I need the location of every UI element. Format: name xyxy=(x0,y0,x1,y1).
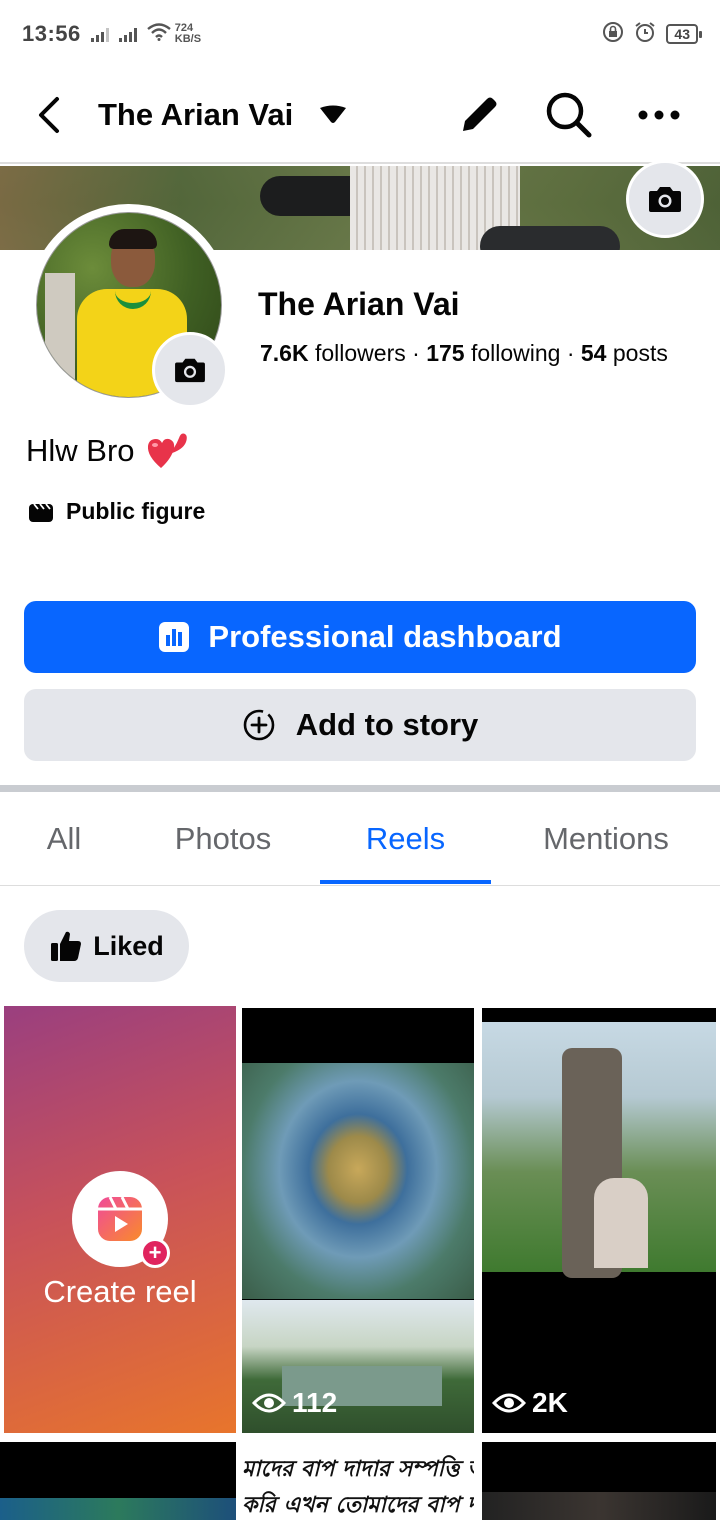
network-speed-unit: KB/S xyxy=(174,33,202,45)
edit-button[interactable] xyxy=(448,84,510,146)
signal-icon-2 xyxy=(118,26,137,42)
add-circle-icon xyxy=(243,709,275,741)
clapperboard-icon xyxy=(29,502,53,522)
reel-thumbnail[interactable]: 112 xyxy=(242,1008,474,1433)
tab-all[interactable]: All xyxy=(22,792,106,886)
back-arrow-icon xyxy=(39,97,59,133)
caret-down-icon xyxy=(320,105,347,123)
view-count: 112 xyxy=(252,1387,337,1419)
battery-indicator: 43 xyxy=(666,24,702,44)
top-nav-bar: The Arian Vai xyxy=(0,68,720,164)
lock-rotation-icon xyxy=(602,21,624,48)
posts-label: posts xyxy=(606,340,668,366)
reel-thumbnail[interactable] xyxy=(0,1442,236,1520)
bio: Hlw Bro xyxy=(26,430,187,472)
header-title[interactable]: The Arian Vai xyxy=(98,97,293,133)
bio-text: Hlw Bro xyxy=(26,433,135,468)
liked-filter-label: Liked xyxy=(93,930,164,961)
camera-icon xyxy=(649,187,681,212)
professional-dashboard-button[interactable]: Professional dashboard xyxy=(24,601,696,673)
edit-cover-photo-button[interactable] xyxy=(626,160,704,238)
search-button[interactable] xyxy=(538,84,600,146)
professional-dashboard-label: Professional dashboard xyxy=(208,619,562,654)
pencil-icon xyxy=(463,97,497,131)
back-button[interactable] xyxy=(18,85,78,145)
eye-icon xyxy=(492,1393,526,1413)
view-count-value: 2K xyxy=(532,1387,568,1418)
reel-caption-line: করি এখন তোমাদের বাপ দাদা xyxy=(242,1492,474,1518)
category-row: Public figure xyxy=(28,498,205,525)
tab-mentions[interactable]: Mentions xyxy=(520,792,692,886)
create-reel-label: Create reel xyxy=(43,1274,197,1309)
view-count: 2K xyxy=(492,1387,568,1419)
content-tabs: All Photos Reels Mentions xyxy=(0,792,720,886)
plus-badge-icon: + xyxy=(140,1238,170,1268)
following-label[interactable]: following · xyxy=(465,340,581,366)
posts-count: 54 xyxy=(580,340,607,366)
reel-thumbnail[interactable]: মাদের বাপ দাদার সম্পত্তি আ করি এখন তোমাদ… xyxy=(242,1442,474,1520)
alarm-icon xyxy=(634,21,656,48)
status-time: 13:56 xyxy=(22,21,81,46)
tab-photos[interactable]: Photos xyxy=(150,792,296,886)
search-icon xyxy=(546,92,592,138)
reel-thumbnail[interactable] xyxy=(482,1442,716,1520)
view-count-value: 112 xyxy=(292,1387,338,1418)
followers-count[interactable]: 7.6K xyxy=(260,340,309,366)
thumbs-up-icon xyxy=(51,931,82,961)
create-reel-tile[interactable]: + Create reel xyxy=(4,1006,236,1433)
account-switch-dropdown[interactable] xyxy=(313,95,353,135)
dashboard-chart-icon xyxy=(159,622,190,652)
section-divider xyxy=(0,785,720,792)
wifi-icon xyxy=(147,22,171,46)
more-options-button[interactable] xyxy=(628,84,690,146)
hearts-emoji-icon xyxy=(147,433,187,468)
eye-icon xyxy=(252,1393,286,1413)
profile-name: The Arian Vai xyxy=(258,286,460,322)
more-dots-icon xyxy=(638,110,680,120)
category-label: Public figure xyxy=(66,498,206,524)
followers-label[interactable]: followers · xyxy=(309,340,427,366)
camera-icon xyxy=(175,358,205,383)
following-count[interactable]: 175 xyxy=(426,340,464,366)
add-to-story-button[interactable]: Add to story xyxy=(24,689,696,761)
profile-stats: 7.6K followers · 175 following · 54 post… xyxy=(260,340,668,367)
reel-caption-line: মাদের বাপ দাদার সম্পত্তি আ xyxy=(242,1456,474,1482)
reel-thumbnail[interactable]: 2K xyxy=(482,1008,716,1433)
signal-icon xyxy=(90,26,109,42)
network-speed: 724 KB/S xyxy=(175,23,201,45)
liked-filter-chip[interactable]: Liked xyxy=(24,910,189,982)
status-bar: 13:56 724 KB/S 43 xyxy=(0,0,720,68)
tab-reels[interactable]: Reels xyxy=(320,792,491,886)
add-to-story-label: Add to story xyxy=(295,707,479,742)
edit-profile-picture-button[interactable] xyxy=(152,332,228,408)
active-tab-indicator xyxy=(320,880,491,884)
